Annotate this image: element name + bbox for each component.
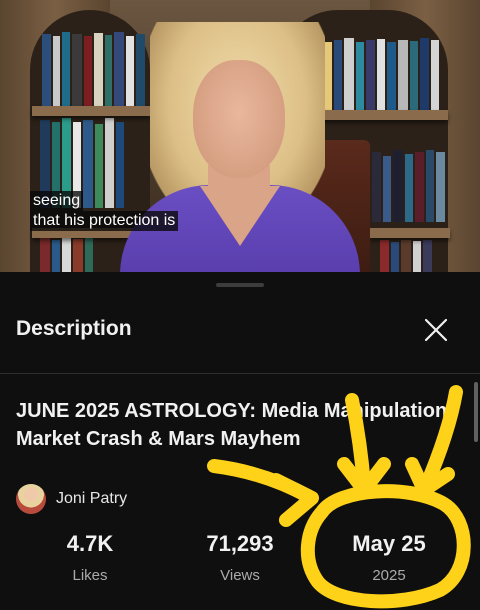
channel-name[interactable]: Joni Patry	[56, 490, 127, 508]
likes-stat: 4.7K Likes	[20, 530, 160, 584]
panel-title: Description	[16, 317, 132, 340]
drag-handle[interactable]	[216, 283, 264, 287]
close-button[interactable]	[420, 314, 452, 346]
video-player[interactable]: seeing that his protection is	[0, 0, 480, 272]
books-row	[42, 32, 145, 106]
caption-line: seeing	[30, 191, 84, 211]
avatar[interactable]	[16, 484, 46, 514]
divider	[0, 373, 480, 374]
channel-row[interactable]: Joni Patry	[16, 484, 127, 514]
publish-date: May 25	[352, 531, 426, 556]
closed-captions: seeing that his protection is	[30, 191, 179, 231]
stats-row: 4.7K Likes 71,293 Views May 25 2025	[0, 530, 480, 590]
shelf-board	[32, 106, 150, 116]
presenter-face	[193, 60, 285, 178]
books-row	[372, 150, 445, 222]
views-label: Views	[220, 567, 260, 584]
video-title: JUNE 2025 ASTROLOGY: Media Manipulation,…	[16, 400, 453, 450]
likes-count: 4.7K	[66, 531, 114, 556]
books-row	[380, 240, 432, 272]
close-icon	[424, 318, 448, 342]
description-panel: Description JUNE 2025 ASTROLOGY: Media M…	[0, 272, 480, 610]
views-stat: 71,293 Views	[170, 530, 310, 584]
views-count: 71,293	[206, 531, 274, 556]
likes-label: Likes	[72, 567, 108, 584]
scrollbar[interactable]	[474, 382, 478, 442]
date-stat: May 25 2025	[319, 530, 459, 584]
publish-year: 2025	[372, 567, 406, 584]
shelf-board	[370, 228, 450, 238]
caption-line: that his protection is	[30, 211, 179, 231]
books-row	[40, 238, 93, 272]
